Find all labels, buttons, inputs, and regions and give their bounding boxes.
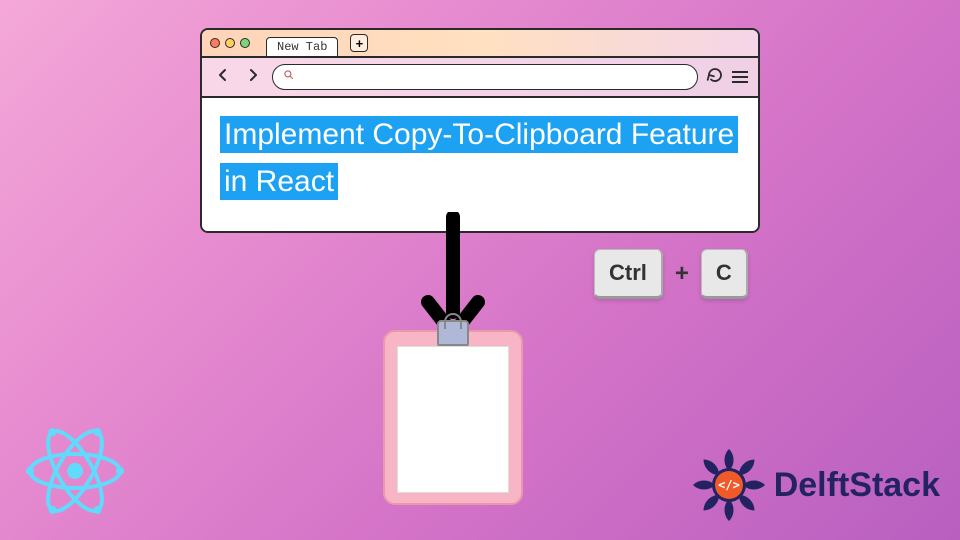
back-button[interactable]	[212, 66, 234, 89]
react-logo-icon	[15, 417, 135, 530]
plus-icon: +	[675, 260, 689, 288]
clipboard-icon	[383, 330, 523, 505]
minimize-icon[interactable]	[225, 38, 235, 48]
forward-button[interactable]	[242, 66, 264, 89]
browser-window: New Tab + Implement Copy-To-Clipboard Fe…	[200, 28, 760, 233]
browser-titlebar: New Tab +	[202, 30, 758, 58]
keyboard-shortcut: Ctrl + C	[594, 249, 748, 299]
key-c: C	[701, 249, 748, 299]
maximize-icon[interactable]	[240, 38, 250, 48]
close-icon[interactable]	[210, 38, 220, 48]
delftstack-badge-icon: </>	[690, 446, 768, 524]
address-bar[interactable]	[272, 64, 698, 90]
key-ctrl: Ctrl	[594, 249, 663, 299]
delftstack-logo: </> DelftStack	[690, 446, 940, 524]
reload-button[interactable]	[706, 66, 724, 89]
browser-toolbar	[202, 58, 758, 98]
menu-button[interactable]	[732, 71, 748, 83]
window-controls	[210, 38, 250, 48]
browser-tab[interactable]: New Tab	[266, 37, 338, 56]
svg-text:</>: </>	[718, 478, 740, 492]
clipboard-clip	[437, 320, 469, 346]
delftstack-label: DelftStack	[774, 466, 940, 505]
selected-text: Implement Copy-To-Clipboard Feature in R…	[220, 116, 738, 200]
clipboard-paper	[397, 346, 509, 493]
search-icon	[283, 68, 295, 86]
new-tab-button[interactable]: +	[350, 34, 368, 52]
